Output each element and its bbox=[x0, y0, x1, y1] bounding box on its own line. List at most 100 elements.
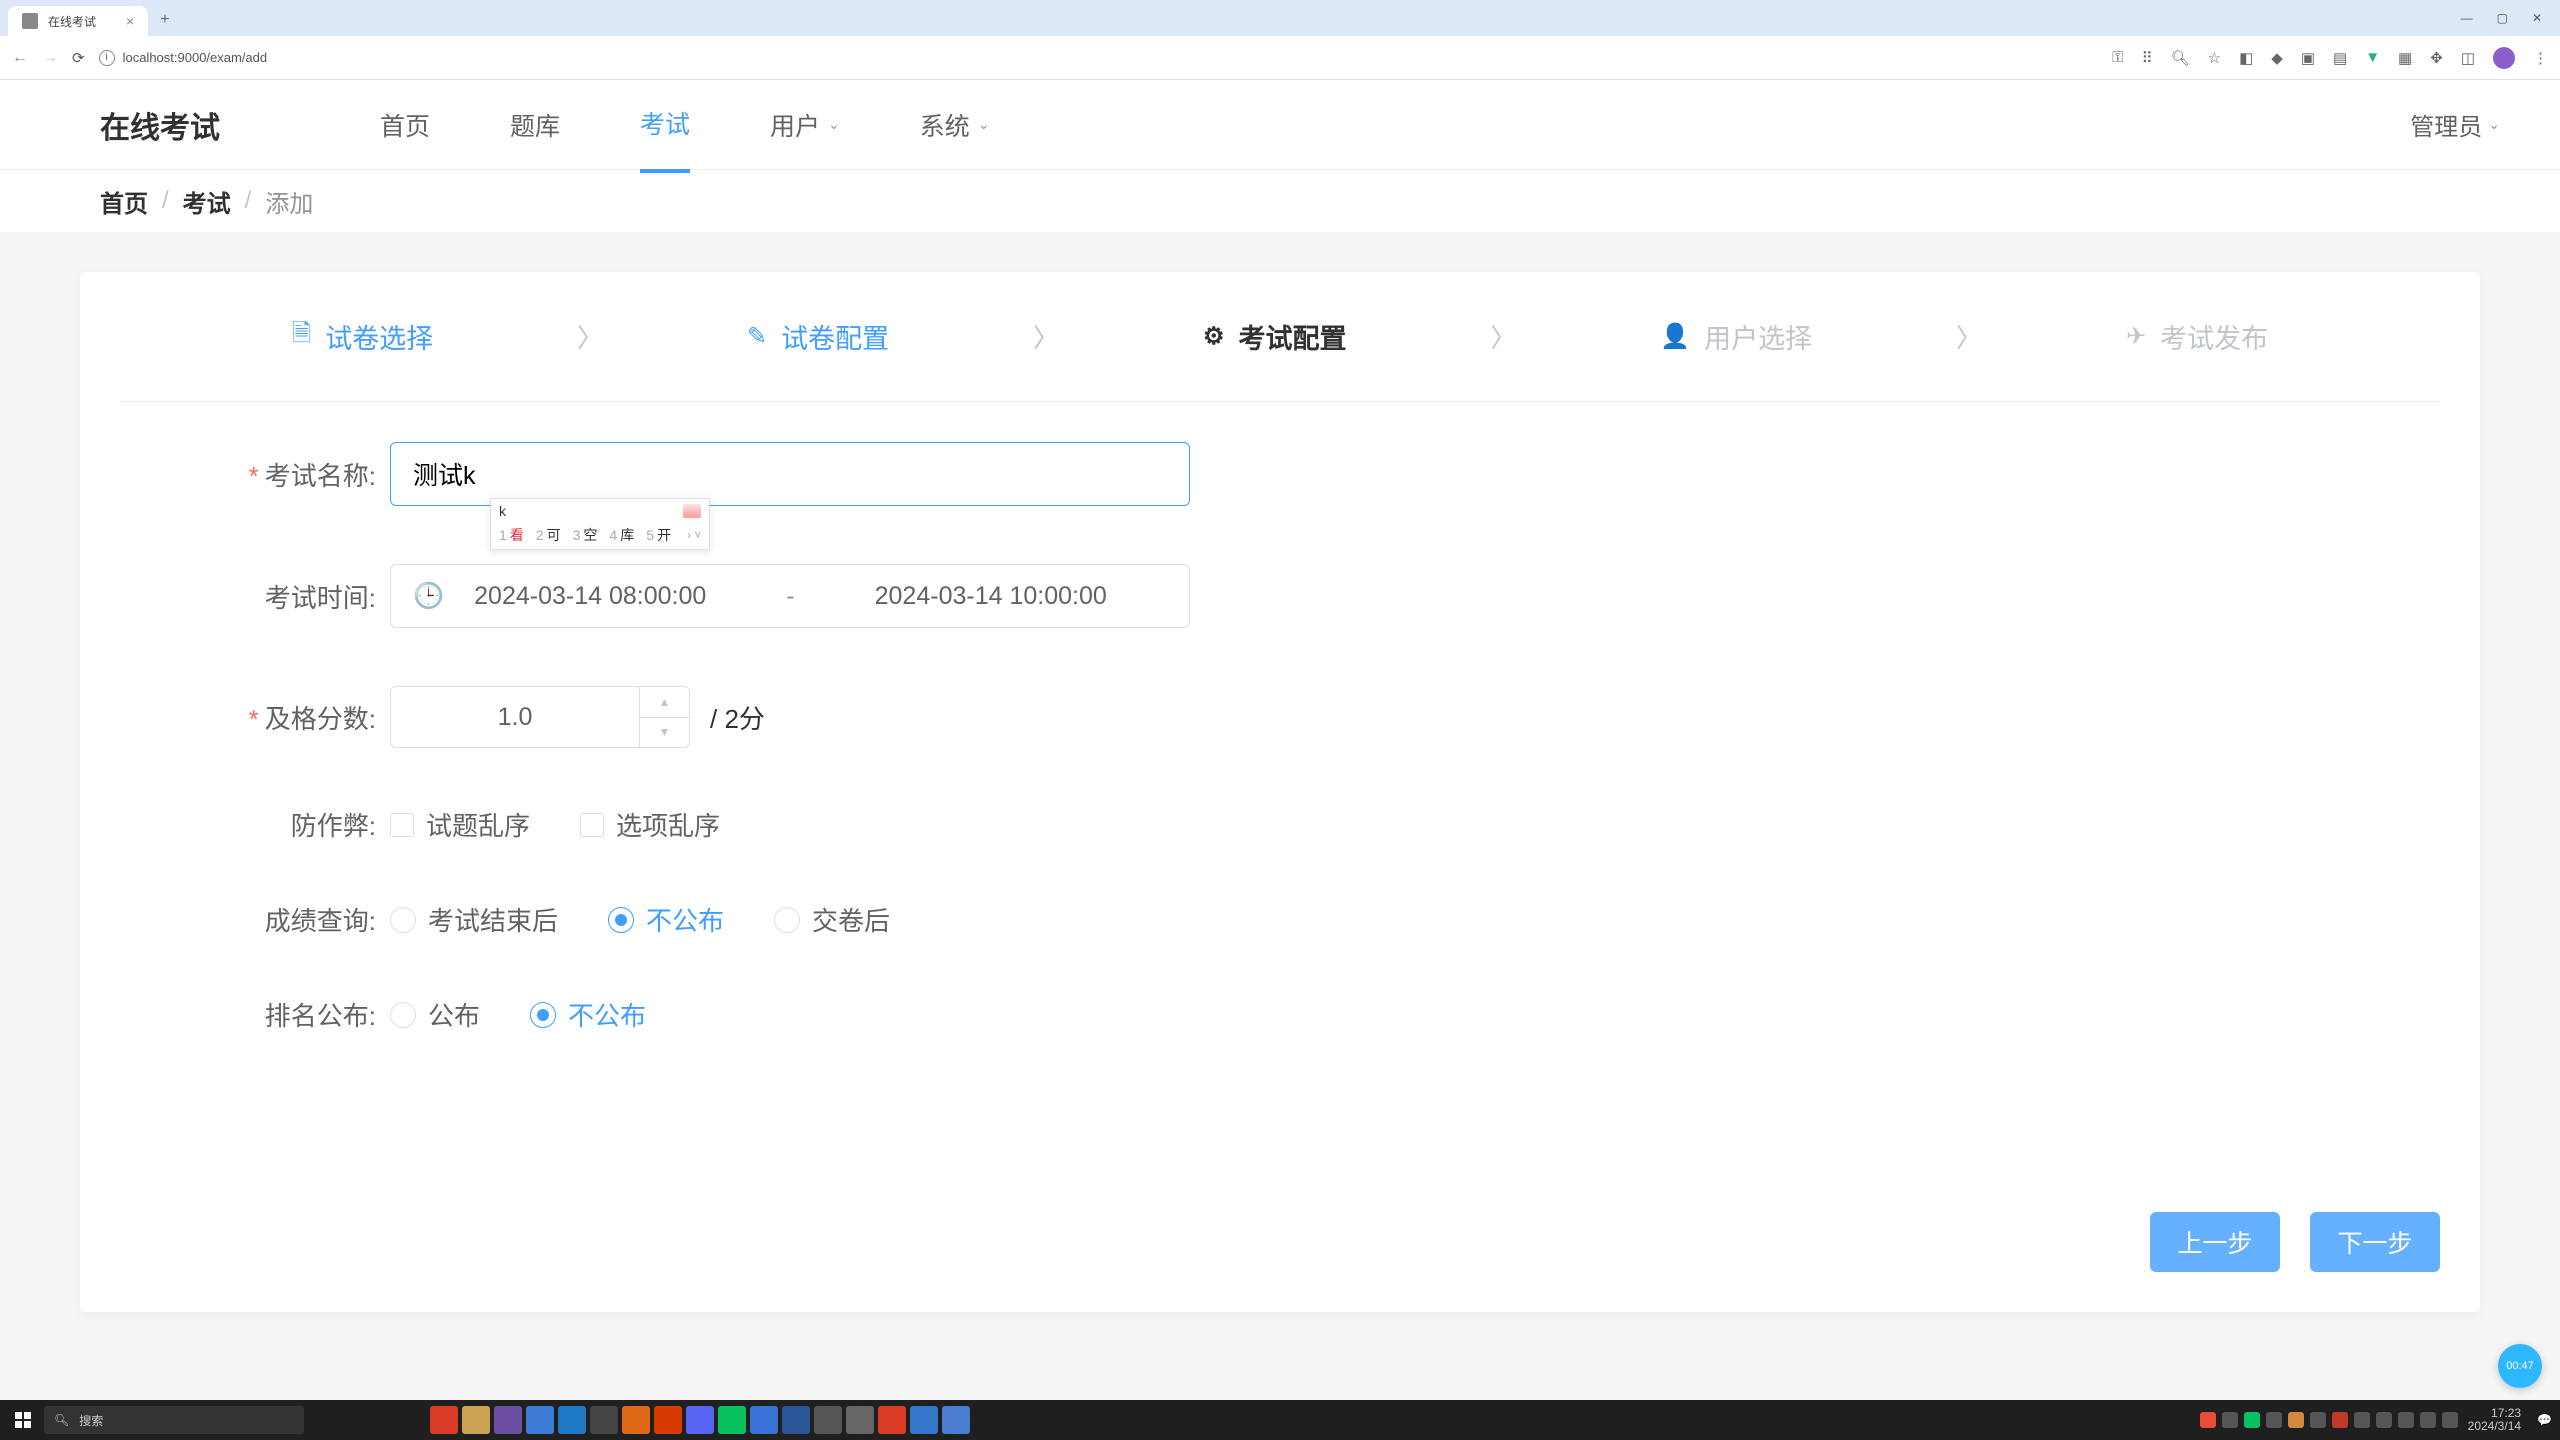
radio-score-hidden[interactable]: 不公布 bbox=[608, 901, 724, 938]
taskbar-app-icon[interactable] bbox=[750, 1406, 778, 1434]
pass-score-input[interactable]: 1.0 ▲ ▼ bbox=[390, 686, 690, 748]
taskbar-app-icon[interactable] bbox=[878, 1406, 906, 1434]
nav-exam[interactable]: 考试 bbox=[640, 77, 690, 173]
radio-icon bbox=[608, 907, 634, 933]
new-tab-button[interactable]: + bbox=[160, 11, 169, 29]
extensions-icon[interactable]: ✥ bbox=[2430, 49, 2443, 67]
main-card: 🗎 试卷选择 〉 ✎ 试卷配置 〉 ⚙ 考试配置 〉 👤 用户选择 〉 ✈ 考试… bbox=[80, 272, 2480, 1312]
step-exam-config[interactable]: ⚙ 考试配置 bbox=[1203, 317, 1347, 356]
ime-candidate[interactable]: 4库 bbox=[609, 525, 634, 545]
tray-icon[interactable] bbox=[2244, 1412, 2260, 1428]
nav-home[interactable]: 首页 bbox=[380, 77, 430, 173]
tray-icon[interactable] bbox=[2442, 1412, 2458, 1428]
rank-publish-label: 排名公布: bbox=[200, 996, 390, 1033]
radio-score-after-exam[interactable]: 考试结束后 bbox=[390, 901, 558, 938]
taskbar-app-icon[interactable] bbox=[494, 1406, 522, 1434]
ext1-icon[interactable]: ◧ bbox=[2239, 49, 2253, 67]
taskbar-app-icon[interactable] bbox=[526, 1406, 554, 1434]
tray-icon[interactable] bbox=[2376, 1412, 2392, 1428]
nav-bank[interactable]: 题库 bbox=[510, 77, 560, 173]
profile-avatar-icon[interactable] bbox=[2493, 47, 2515, 69]
ext2-icon[interactable]: ◆ bbox=[2271, 49, 2283, 67]
taskbar-app-icon[interactable] bbox=[942, 1406, 970, 1434]
checkbox-option-shuffle[interactable]: 选项乱序 bbox=[580, 806, 720, 843]
nav-user[interactable]: 用户 ⌄ bbox=[770, 77, 840, 173]
ime-candidate[interactable]: 3空 bbox=[573, 525, 598, 545]
taskbar-app-icon[interactable] bbox=[846, 1406, 874, 1434]
taskbar-app-icon[interactable] bbox=[654, 1406, 682, 1434]
step-paper-select[interactable]: 🗎 试卷选择 bbox=[292, 316, 433, 357]
taskbar-app-icon[interactable] bbox=[814, 1406, 842, 1434]
breadcrumb-home[interactable]: 首页 bbox=[100, 184, 148, 219]
window-maximize-icon[interactable]: ▢ bbox=[2497, 11, 2508, 25]
nav-back-icon[interactable]: ← bbox=[12, 49, 28, 67]
tray-icon[interactable] bbox=[2354, 1412, 2370, 1428]
tray-icon[interactable] bbox=[2200, 1412, 2216, 1428]
ext6-icon[interactable]: ▦ bbox=[2398, 49, 2412, 67]
taskbar-app-icon[interactable] bbox=[718, 1406, 746, 1434]
tab-close-icon[interactable]: × bbox=[126, 13, 134, 29]
radio-score-after-submit[interactable]: 交卷后 bbox=[774, 901, 890, 938]
window-close-icon[interactable]: ✕ bbox=[2532, 11, 2542, 25]
next-step-button[interactable]: 下一步 bbox=[2310, 1212, 2440, 1272]
site-info-icon[interactable]: i bbox=[99, 50, 115, 66]
browser-tab[interactable]: 在线考试 × bbox=[8, 6, 148, 36]
password-icon[interactable]: ⚿ bbox=[2112, 49, 2123, 66]
taskbar-search-input[interactable]: 🔍︎ 搜索 bbox=[44, 1406, 304, 1434]
increase-button[interactable]: ▲ bbox=[640, 687, 689, 718]
taskbar-app-icon[interactable] bbox=[910, 1406, 938, 1434]
chevron-right-icon: 〉 bbox=[577, 318, 603, 355]
taskbar-app-icon[interactable] bbox=[558, 1406, 586, 1434]
exam-time-range-input[interactable]: 🕒 2024-03-14 08:00:00 - 2024-03-14 10:00… bbox=[390, 564, 1190, 628]
taskbar-app-icon[interactable] bbox=[430, 1406, 458, 1434]
ime-candidate[interactable]: 5开 bbox=[646, 525, 671, 545]
step-exam-publish[interactable]: ✈ 考试发布 bbox=[2126, 317, 2268, 356]
radio-icon bbox=[530, 1002, 556, 1028]
ime-next-icon[interactable]: › ˅ bbox=[687, 528, 701, 542]
step-user-select[interactable]: 👤 用户选择 bbox=[1660, 317, 1812, 356]
chrome-menu-icon[interactable]: ⋮ bbox=[2533, 49, 2548, 67]
tray-icon[interactable] bbox=[2420, 1412, 2436, 1428]
tray-icon[interactable] bbox=[2332, 1412, 2348, 1428]
radio-rank-hidden[interactable]: 不公布 bbox=[530, 996, 646, 1033]
ext4-icon[interactable]: ▤ bbox=[2333, 49, 2347, 67]
taskbar-app-icon[interactable] bbox=[686, 1406, 714, 1434]
translate-icon[interactable]: ⠿ bbox=[2142, 49, 2153, 67]
exam-name-input[interactable] bbox=[390, 442, 1190, 506]
url-text: localhost:9000/exam/add bbox=[123, 50, 268, 65]
taskbar-app-icon[interactable] bbox=[590, 1406, 618, 1434]
taskbar-app-icon[interactable] bbox=[782, 1406, 810, 1434]
side-panel-icon[interactable]: ◫ bbox=[2461, 49, 2475, 67]
user-menu[interactable]: 管理员 ⌄ bbox=[2410, 107, 2500, 142]
breadcrumb-exam[interactable]: 考试 bbox=[183, 184, 231, 219]
bookmark-icon[interactable]: ☆ bbox=[2208, 49, 2221, 67]
radio-rank-show[interactable]: 公布 bbox=[390, 996, 480, 1033]
ime-candidate[interactable]: 1看 bbox=[499, 525, 524, 545]
taskbar-clock[interactable]: 17:23 2024/3/14 bbox=[2468, 1407, 2527, 1433]
ext3-icon[interactable]: ▣ bbox=[2301, 49, 2315, 67]
prev-step-button[interactable]: 上一步 bbox=[2150, 1212, 2280, 1272]
tray-icon[interactable] bbox=[2222, 1412, 2238, 1428]
tray-icon[interactable] bbox=[2310, 1412, 2326, 1428]
nav-system[interactable]: 系统 ⌄ bbox=[920, 77, 990, 173]
reload-icon[interactable]: ⟳ bbox=[72, 49, 85, 67]
taskbar-app-icon[interactable] bbox=[462, 1406, 490, 1434]
ext5-icon[interactable]: ▼ bbox=[2365, 49, 2380, 66]
tray-icon[interactable] bbox=[2266, 1412, 2282, 1428]
window-minimize-icon[interactable]: — bbox=[2461, 11, 2473, 25]
decrease-button[interactable]: ▼ bbox=[640, 718, 689, 748]
notifications-icon[interactable]: 💬 bbox=[2537, 1413, 2552, 1427]
zoom-icon[interactable]: 🔍︎ bbox=[2171, 49, 2190, 67]
ime-candidate[interactable]: 2可 bbox=[536, 525, 561, 545]
taskbar-app-icon[interactable] bbox=[622, 1406, 650, 1434]
tray-icon[interactable] bbox=[2398, 1412, 2414, 1428]
nav-forward-icon[interactable]: → bbox=[42, 49, 58, 67]
step-paper-config[interactable]: ✎ 试卷配置 bbox=[747, 317, 889, 356]
start-button[interactable] bbox=[8, 1405, 38, 1435]
tray-icon[interactable] bbox=[2288, 1412, 2304, 1428]
form-footer: 上一步 下一步 bbox=[2150, 1212, 2440, 1272]
ime-candidate-box[interactable]: k 1看 2可 3空 4库 5开 › ˅ bbox=[490, 498, 710, 550]
floating-timer-widget[interactable]: 00:47 bbox=[2498, 1344, 2542, 1388]
url-bar[interactable]: i localhost:9000/exam/add bbox=[99, 50, 2099, 66]
checkbox-question-shuffle[interactable]: 试题乱序 bbox=[390, 806, 530, 843]
